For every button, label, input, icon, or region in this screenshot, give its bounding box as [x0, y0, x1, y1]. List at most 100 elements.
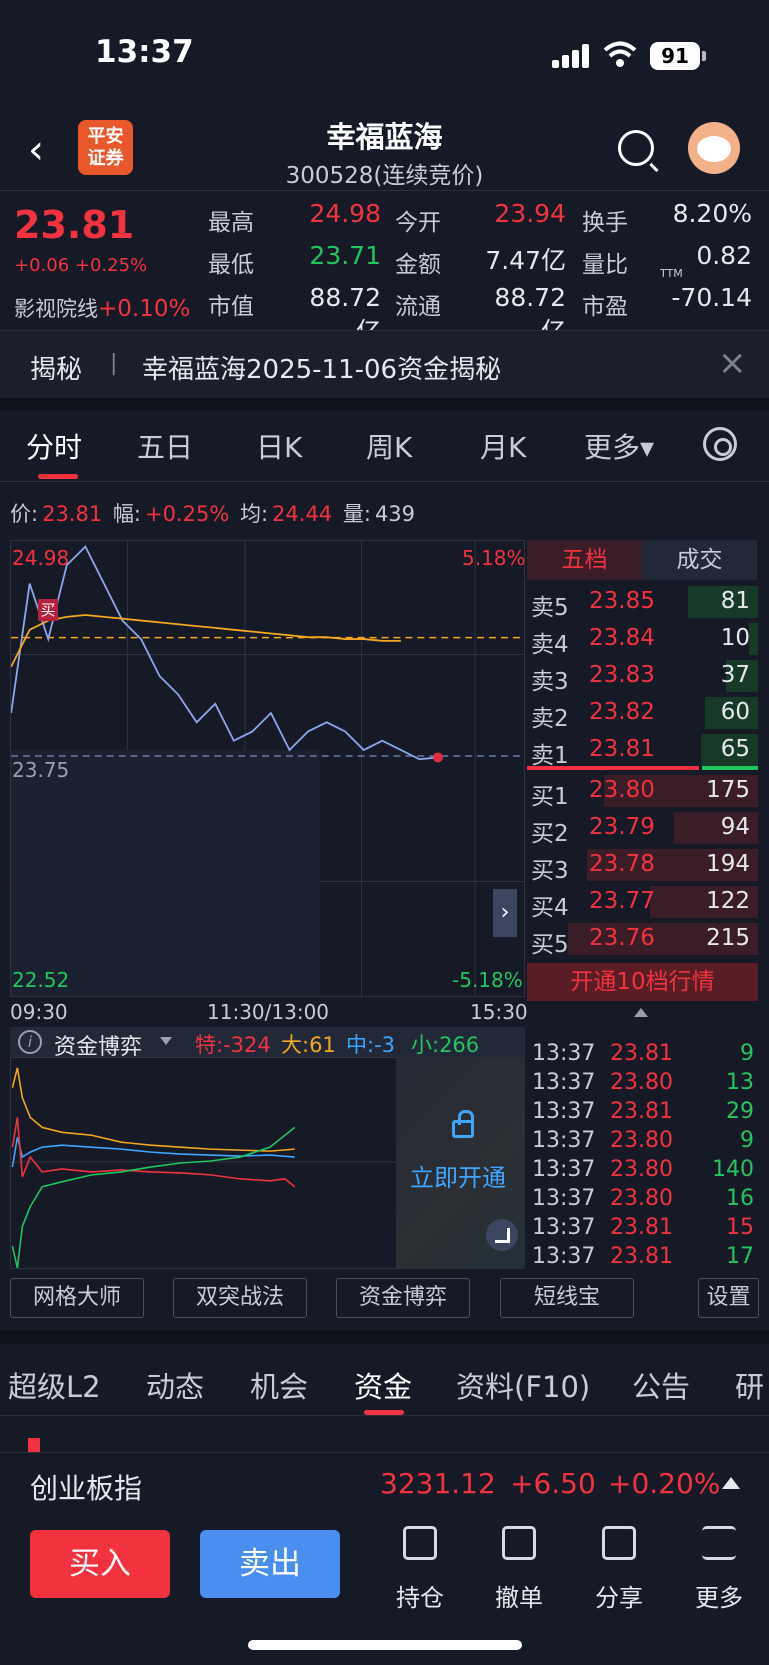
order-vol: 37 [720, 662, 750, 688]
trade-v: 17 [726, 1244, 754, 1269]
ask-row[interactable]: 卖1 23.81 65 [527, 732, 758, 769]
search-icon[interactable] [618, 130, 654, 166]
sell-button[interactable]: 卖出 [200, 1530, 340, 1598]
order-label: 卖1 [531, 743, 569, 769]
order-price: 23.82 [589, 699, 655, 725]
trade-p: 23.81 [610, 1041, 673, 1066]
quote-label: 量比 [582, 252, 628, 278]
expand-icon[interactable] [486, 1219, 518, 1251]
time-axis-start: 09:30 [10, 1000, 68, 1024]
trade-t: 13:37 [532, 1128, 596, 1153]
order-label: 卖5 [531, 595, 569, 621]
cancel-order-button[interactable]: 撤单 [484, 1526, 554, 1616]
quote-value: 23.94 [494, 199, 566, 228]
pct-max-label: 5.18% [462, 546, 526, 570]
fund-header[interactable]: i 资金博弈 特:-324 大:61 中:-3 小:266 [10, 1027, 525, 1060]
chevron-right-icon[interactable]: › [493, 889, 517, 937]
order-price: 23.80 [589, 777, 655, 803]
tab-opportunity[interactable]: 机会 [250, 1364, 308, 1406]
banner-tag: 揭秘 [30, 355, 83, 385]
order-label: 卖4 [531, 632, 569, 658]
close-icon[interactable]: × [718, 343, 747, 383]
share-button[interactable]: 分享 [584, 1526, 654, 1616]
tab-more[interactable]: 更多▾ [584, 426, 654, 466]
tab-announcements[interactable]: 公告 [632, 1364, 690, 1406]
positions-button[interactable]: 持仓 [385, 1526, 455, 1616]
ask-row[interactable]: 卖3 23.83 37 [527, 658, 758, 695]
order-price: 23.84 [589, 625, 655, 651]
scroll-up-icon[interactable] [634, 1008, 648, 1017]
short-line-button[interactable]: 短线宝 [500, 1278, 634, 1318]
quote-value: 23.71 [309, 241, 381, 270]
ask-row[interactable]: 卖5 23.85 81 [527, 584, 758, 621]
tab-five-levels[interactable]: 五档 [527, 540, 642, 580]
chart-tabs: 分时 五日 日K 周K 月K 更多▾ [0, 410, 769, 482]
tab-daily-k[interactable]: 日K [256, 426, 302, 466]
tab-f10[interactable]: 资料(F10) [456, 1364, 590, 1406]
quote-label: 流通 [395, 294, 441, 320]
more-label: 更多 [695, 1584, 743, 1612]
bid-row[interactable]: 买2 23.79 94 [527, 810, 758, 847]
order-price: 23.79 [589, 814, 655, 840]
bid-row[interactable]: 买1 23.80 175 [527, 773, 758, 810]
tab-monthly-k[interactable]: 月K [480, 426, 526, 466]
intraday-chart[interactable] [10, 540, 525, 997]
order-vol: 175 [706, 777, 750, 803]
bid-row[interactable]: 买5 23.76 215 [527, 921, 758, 958]
unlock-button[interactable]: 立即开通 [410, 1158, 506, 1193]
index-change: +6.50 [510, 1467, 596, 1500]
triangle-up-icon[interactable] [722, 1477, 740, 1489]
buy-marker[interactable]: 买 [38, 599, 58, 621]
avatar[interactable] [688, 122, 740, 174]
bid-row[interactable]: 买4 23.77 122 [527, 884, 758, 921]
trade-t: 13:37 [532, 1070, 596, 1095]
ask-row[interactable]: 卖2 23.82 60 [527, 695, 758, 732]
stock-subtitle: 300528(连续竞价) [285, 163, 484, 189]
tab-indicator [364, 1410, 404, 1415]
trade-row: 13:37 23.81 15 [530, 1213, 758, 1242]
tab-trades[interactable]: 成交 [642, 540, 757, 580]
order-label: 卖2 [531, 706, 569, 732]
more-button[interactable]: 更多 [684, 1526, 754, 1616]
quote-value: 0.82 [696, 241, 752, 270]
tab-super-l2[interactable]: 超级L2 [8, 1364, 101, 1406]
tab-news[interactable]: 动态 [146, 1364, 204, 1406]
quote-label: 今开 [395, 210, 441, 236]
open-10-levels-button[interactable]: 开通10档行情 [527, 963, 758, 1001]
tab-intraday[interactable]: 分时 [26, 426, 82, 466]
trade-t: 13:37 [532, 1041, 596, 1066]
tab-funds[interactable]: 资金 [354, 1364, 412, 1406]
buy-button[interactable]: 买入 [30, 1530, 170, 1598]
chevron-down-icon[interactable] [160, 1037, 172, 1045]
ask-row[interactable]: 卖4 23.84 10 [527, 621, 758, 658]
news-banner[interactable]: 揭秘 | 幸福蓝海2025-11-06资金揭秘 × [0, 330, 769, 398]
tab-weekly-k[interactable]: 周K [366, 426, 412, 466]
fund-zhong: 中:-3 [346, 1033, 396, 1057]
bid-row[interactable]: 买3 23.78 194 [527, 847, 758, 884]
order-price: 23.81 [589, 736, 655, 762]
trade-p: 23.81 [610, 1215, 673, 1240]
tab-research[interactable]: 研 [735, 1364, 764, 1406]
gear-icon[interactable] [703, 427, 737, 461]
fund-te: 特:-324 [195, 1033, 271, 1057]
sector-info[interactable]: 影视院线+0.10% [14, 293, 190, 323]
divider [0, 1330, 769, 1344]
tab-five-day[interactable]: 五日 [137, 426, 193, 466]
fund-xiao: 小:266 [411, 1033, 480, 1057]
share-label: 分享 [595, 1584, 643, 1612]
tool-buttons: 网格大师 双突战法 资金博弈 短线宝 设置 [0, 1278, 769, 1328]
info-icon[interactable]: i [18, 1030, 42, 1054]
index-name: 创业板指 [30, 1472, 143, 1505]
double-breakout-button[interactable]: 双突战法 [173, 1278, 307, 1318]
settings-button[interactable]: 设置 [698, 1278, 759, 1318]
price-line [11, 545, 439, 761]
grid-master-button[interactable]: 网格大师 [10, 1278, 144, 1318]
ratio-bar-buy [702, 766, 758, 770]
fund-game-button[interactable]: 资金博弈 [336, 1278, 470, 1318]
trade-v: 140 [712, 1157, 754, 1182]
info-tabs: 超级L2 动态 机会 资金 资料(F10) 公告 研 [0, 1344, 769, 1416]
fund-da: 大:61 [281, 1033, 336, 1057]
index-bar[interactable]: 创业板指 3231.12 +6.50 +0.20% [0, 1452, 769, 1516]
order-vol: 65 [720, 736, 750, 762]
price-label: 价: [10, 502, 39, 526]
